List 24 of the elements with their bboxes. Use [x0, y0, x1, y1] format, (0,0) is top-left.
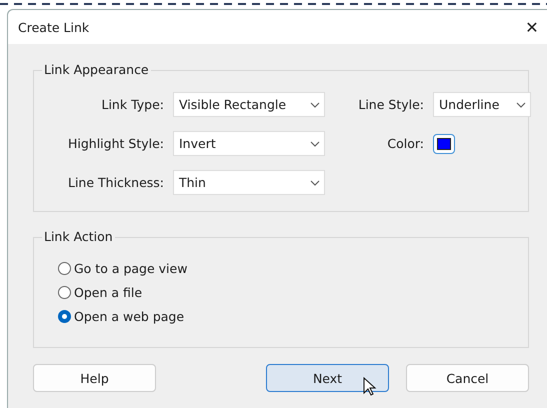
cursor-icon [363, 377, 377, 397]
radio-option[interactable]: Open a file [58, 285, 528, 300]
dropdown[interactable]: Visible Rectangle [173, 92, 325, 117]
color-picker[interactable] [433, 134, 455, 154]
caret-icon [310, 180, 320, 186]
field-label: Color: [386, 136, 424, 151]
dialog-button[interactable]: Help [33, 364, 156, 392]
radio-option[interactable]: Open a web page [58, 309, 528, 324]
caret-icon [516, 102, 526, 108]
field-label: Link Type: [100, 97, 164, 112]
dropdown[interactable]: Underline [433, 92, 531, 117]
caret-icon [310, 140, 320, 146]
group-title: Link Action [42, 229, 115, 244]
dialog-button[interactable]: Cancel [406, 364, 529, 392]
radio-option[interactable]: Go to a page view [58, 261, 528, 276]
dropdown[interactable]: Thin [173, 170, 325, 195]
group-title: Link Appearance [42, 62, 151, 77]
caret-icon [310, 102, 320, 108]
field-label: Line Style: [357, 97, 424, 112]
close-button[interactable]: ✕ [517, 18, 547, 36]
dropdown[interactable]: Invert [173, 131, 325, 156]
field-label: Line Thickness: [66, 175, 164, 190]
window-title: Create Link [18, 20, 90, 34]
field-label: Highlight Style: [66, 136, 164, 151]
